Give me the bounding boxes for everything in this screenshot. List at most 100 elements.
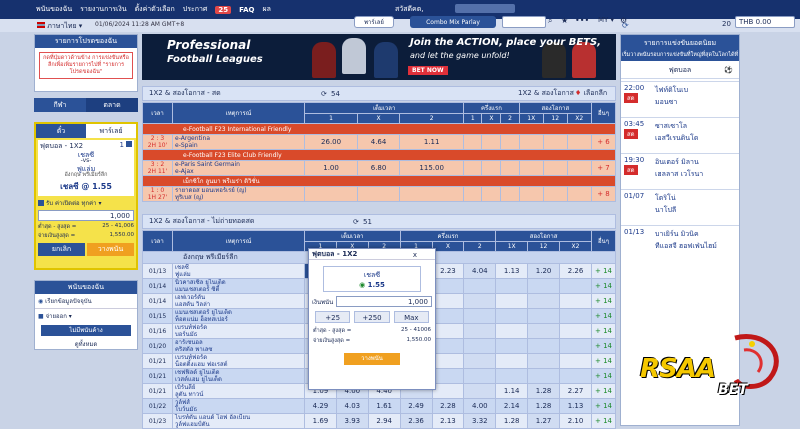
odds-cell[interactable] [559,308,592,324]
live-market-select[interactable]: 1X2 & สองโอกาส ▾ [518,88,580,99]
odds-cell[interactable] [431,278,465,294]
odds-cell[interactable] [431,308,465,324]
odds-cell[interactable]: 6.80 [357,160,400,176]
odds-cell[interactable]: 2.49 [399,398,433,414]
event-cell[interactable]: เชลซี ฟูแล่ม [172,263,305,279]
league-row[interactable]: e-Football F23 Elite Club Friendly [142,149,616,161]
live-refresh-icon[interactable]: ⟳ [321,90,327,98]
odds-cell[interactable] [463,353,497,369]
more-markets-link[interactable]: + 14 [591,368,616,384]
odds-cell[interactable] [463,383,497,399]
quick-add-250-button[interactable]: +250 [354,311,390,323]
odds-cell[interactable] [463,186,483,202]
odds-cell[interactable] [303,186,359,202]
tab-markets[interactable]: ตลาด [86,98,138,112]
popup-stake-input[interactable]: 1,000 [336,296,432,307]
view-all-link[interactable]: ดูทั้งหมด [35,339,137,349]
odds-cell[interactable]: 1.27 [527,413,560,429]
odds-cell[interactable]: 2.10 [559,413,592,429]
odds-cell[interactable] [527,308,560,324]
odds-cell[interactable] [495,323,529,339]
accept-checkbox[interactable] [38,200,44,206]
odds-cell[interactable]: 1.28 [495,413,529,429]
odds-cell[interactable] [463,338,497,354]
odds-cell[interactable]: 2.94 [367,413,401,429]
odds-cell[interactable]: 1.69 [304,413,337,429]
odds-cell[interactable] [542,160,568,176]
event-cell[interactable]: วูล์ฟส์ โบว์นมัธ [172,398,305,414]
odds-cell[interactable] [527,323,560,339]
more-markets-link[interactable]: + 6 [591,134,616,150]
nav-faq[interactable]: FAQ [239,6,254,14]
more-markets-link[interactable]: + 14 [591,398,616,414]
event-cell[interactable]: เชฟฟิลด์ ยูไนเต็ด เวสต์แฮม ยูไนเต็ด [172,368,305,384]
odds-cell[interactable] [559,278,592,294]
odds-cell[interactable] [431,368,465,384]
more-markets-link[interactable]: + 14 [591,263,616,279]
odds-cell[interactable]: 1.61 [367,398,401,414]
more-markets-link[interactable]: + 14 [591,293,616,309]
odds-cell[interactable] [495,293,529,309]
odds-cell[interactable]: 115.00 [398,160,465,176]
quick-max-button[interactable]: Max [393,311,429,323]
accept-odds-option[interactable]: รับ ค่าเปิดต่อ ทุกค่า ▾ [38,198,134,208]
odds-cell[interactable] [398,186,465,202]
odds-cell[interactable] [542,186,568,202]
odds-cell[interactable] [431,293,465,309]
odds-cell[interactable] [463,368,497,384]
odds-cell[interactable] [559,368,592,384]
odds-cell[interactable]: 26.00 [303,134,359,150]
popular-match-item[interactable]: 01/07 โตริโน่ นาโปลี [621,189,739,223]
odds-cell[interactable] [463,308,497,324]
slip-stake-input[interactable]: 1,000 [38,210,134,221]
odds-cell[interactable] [566,134,592,150]
odds-cell[interactable] [495,278,529,294]
event-cell[interactable]: นิวคาสเซิ่ล ยูไนเต็ด แมนเชสเตอร์ ซิตี้ [172,278,305,294]
favorite-star-icon[interactable]: ★ [561,16,568,25]
more-markets-link[interactable]: + 14 [591,413,616,429]
odds-cell[interactable] [527,278,560,294]
odds-cell[interactable] [559,338,592,354]
event-cell[interactable]: แมนเชสเตอร์ ยูไนเต็ด ท็อตแน่ม ฮ็อทสเปอร์ [172,308,305,324]
odds-cell[interactable]: 2.27 [559,383,592,399]
odds-cell[interactable] [500,160,520,176]
refresh-balance-icon[interactable]: ⟳ [622,21,629,30]
odds-cell[interactable]: 1.28 [527,398,560,414]
bet-now-button[interactable]: BET NOW [408,66,448,75]
odds-cell[interactable]: 1.20 [527,263,560,279]
odds-cell[interactable]: 1.14 [495,383,529,399]
odds-cell[interactable]: 2.14 [495,398,529,414]
league-picker[interactable]: ♦ เลือกลีก [575,88,607,99]
nav-settings[interactable]: ตั้งค่าตัวเลือก [135,4,175,15]
league-row[interactable]: เม็กซิโก ลูนมา พรีเมร่า ดิวิชั่น [142,175,616,187]
odds-cell[interactable] [481,134,502,150]
odds-cell[interactable]: 1.13 [559,398,592,414]
current-data-option[interactable]: ◉ เรียกข้อมูลปัจจุบัน [35,294,137,309]
slip-checkbox[interactable] [126,141,132,147]
odds-cell[interactable]: 3.32 [463,413,497,429]
event-cell[interactable]: อาร์เซนอล คริสตัล พาเลซ [172,338,305,354]
popular-match-item[interactable]: 19:30 สด อินเตอร์ มิลาน เฮลลาส เวโรนา [621,153,739,187]
close-icon[interactable]: x [413,251,417,259]
odds-cell[interactable] [463,278,497,294]
odds-cell[interactable]: 1.11 [398,134,465,150]
odds-cell[interactable] [481,186,502,202]
event-cell[interactable]: เบรนท์ฟอร์ด บอร์นมัธ [172,323,305,339]
language-select[interactable]: ภาษาไทย ▾ [37,21,82,32]
odds-cell[interactable] [518,160,544,176]
odds-cell[interactable] [357,186,400,202]
odds-cell[interactable]: 1.00 [303,160,359,176]
odds-cell[interactable]: 2.36 [399,413,433,429]
event-cell[interactable]: เบิร์นลีย์ ลูตัน ทาวน์ [172,383,305,399]
event-cell[interactable]: ไบรท์ตัน แอนด์ โฮฟ อัลเบี้ยน วูล์ฟแฮมป์ตั… [172,413,305,429]
odds-cell[interactable] [481,160,502,176]
odds-cell[interactable] [500,134,520,150]
league-row[interactable]: e-Football F23 International Friendly [142,123,616,135]
odds-cell[interactable]: 4.29 [304,398,337,414]
odds-cell[interactable] [566,186,592,202]
odds-cell[interactable]: 4.03 [335,398,369,414]
event-cell[interactable]: เบรนท์ฟอร์ด น็อตติ้งแฮม ฟอเรสต์ [172,353,305,369]
event-cell[interactable]: e-Argentina e-Spain [172,134,305,150]
nav-finance-report[interactable]: รายงานการเงิน [80,4,126,15]
prematch-refresh-icon[interactable]: ⟳ [353,218,359,226]
